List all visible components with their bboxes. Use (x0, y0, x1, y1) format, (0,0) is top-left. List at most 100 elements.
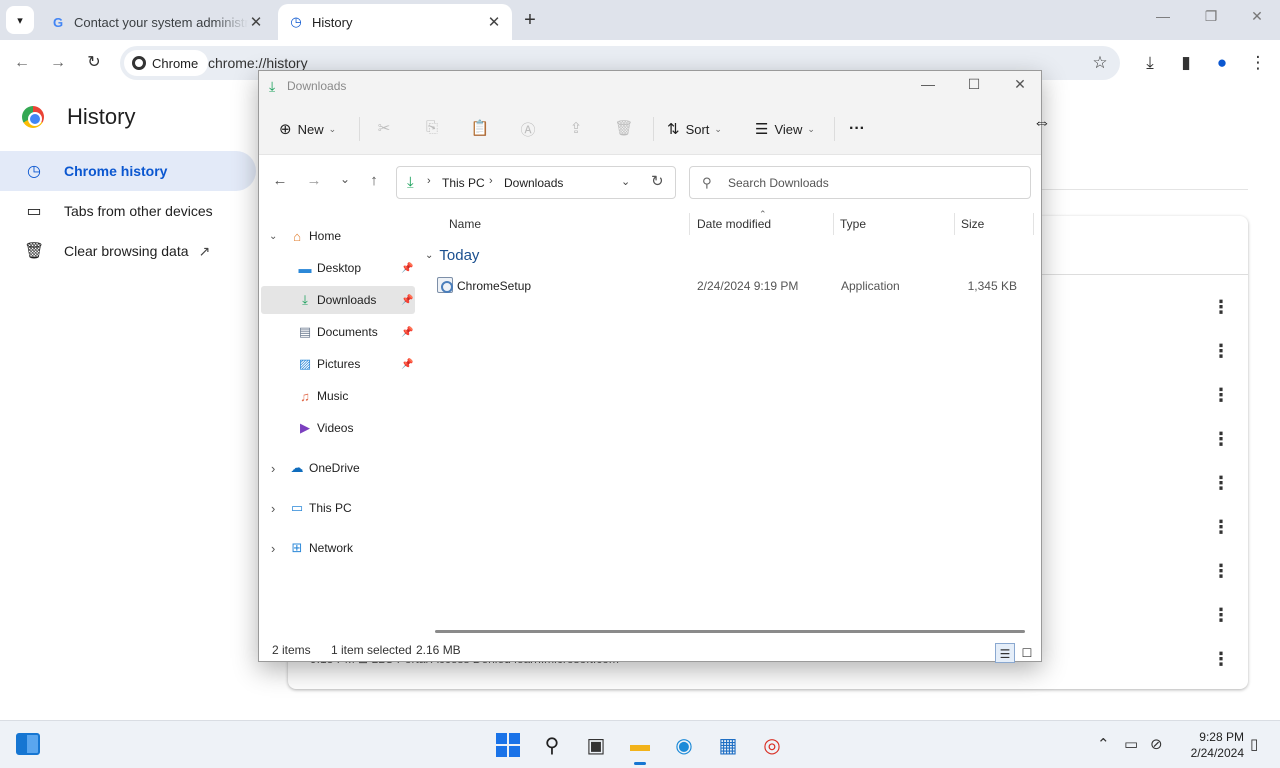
explorer-back-button[interactable]: ← (269, 172, 291, 189)
history-item-menu-icon[interactable]: ⋮ (1212, 473, 1230, 493)
column-header-size[interactable]: Size (961, 217, 984, 231)
search-input[interactable] (728, 173, 1018, 193)
column-header-name[interactable]: Name (449, 217, 481, 231)
tab-contact-admin[interactable]: G Contact your system administrator ✕ (40, 4, 274, 40)
tab-search-button[interactable]: ▾ (6, 6, 34, 34)
breadcrumb-downloads[interactable]: Downloads (504, 176, 563, 190)
explorer-forward-button[interactable]: → (303, 172, 325, 189)
pin-icon[interactable]: 📌 (401, 359, 413, 370)
network-icon[interactable]: ▭ (1124, 735, 1138, 753)
back-button[interactable]: ← (11, 52, 33, 74)
up-button[interactable]: ↑ (363, 172, 385, 189)
nav-item-videos[interactable]: ▶ Videos (261, 414, 415, 442)
nav-item-desktop[interactable]: ▬ Desktop 📌 (261, 254, 415, 282)
chevron-right-icon[interactable]: › (271, 541, 275, 556)
nav-item-downloads[interactable]: ⤓ Downloads 📌 (261, 286, 415, 314)
widgets-icon[interactable] (16, 733, 40, 755)
history-item-menu-icon[interactable]: ⋮ (1212, 429, 1230, 449)
refresh-icon[interactable]: ↻ (651, 172, 664, 190)
nav-item-documents[interactable]: ▤ Documents 📌 (261, 318, 415, 346)
restore-button[interactable]: ❐ (1188, 8, 1234, 32)
store-icon[interactable]: ▦ (714, 731, 742, 759)
history-item-menu-icon[interactable]: ⋮ (1212, 517, 1230, 537)
nav-item-pictures[interactable]: ▨ Pictures 📌 (261, 350, 415, 378)
sidebar-item-tabs-other-devices[interactable]: ▭ Tabs from other devices (0, 191, 256, 231)
site-info-chip[interactable]: Chrome (124, 50, 209, 76)
explorer-address-bar[interactable]: ⤓ › This PC › Downloads ⌄ (396, 166, 676, 199)
address-dropdown-icon[interactable]: ⌄ (621, 175, 630, 188)
task-view-icon[interactable]: ▣ (582, 731, 610, 759)
clock[interactable]: 9:28 PM 2/24/2024 (1174, 729, 1244, 761)
bookmark-star-icon[interactable]: ☆ (1089, 53, 1111, 73)
new-button[interactable]: ⊕ New ⌄ (279, 117, 336, 141)
nav-item-network[interactable]: › ⊞ Network (261, 534, 415, 562)
nav-item-this-pc[interactable]: › ▭ This PC (261, 494, 415, 522)
sidebar-item-clear-browsing-data[interactable]: 🗑 Clear browsing data ↗ (0, 231, 256, 271)
downloads-icon[interactable]: ⤓ (1139, 53, 1161, 73)
breadcrumb-this-pc[interactable]: This PC (442, 176, 485, 190)
forward-button[interactable]: → (47, 52, 69, 74)
column-header-date-modified[interactable]: Date modified (697, 217, 771, 231)
column-header-type[interactable]: Type (840, 217, 866, 231)
column-divider[interactable] (833, 213, 834, 235)
show-hidden-icons-icon[interactable]: ⌃ (1097, 735, 1110, 753)
see-more-button[interactable]: ··· (849, 117, 865, 141)
pin-icon[interactable]: 📌 (401, 263, 413, 274)
sidebar-item-chrome-history[interactable]: ◷ Chrome history (0, 151, 256, 191)
tiles-view-button[interactable]: ☐ (1017, 643, 1037, 663)
start-icon[interactable] (494, 731, 522, 759)
file-row[interactable]: ChromeSetup 2/24/2024 9:19 PM Applicatio… (429, 273, 1029, 299)
pin-icon[interactable]: 📌 (401, 327, 413, 338)
tab-history[interactable]: ◷ History ✕ (278, 4, 512, 40)
search-icon[interactable]: ⚲ (538, 731, 566, 759)
details-view-button[interactable]: ☰ (995, 643, 1015, 663)
sort-button[interactable]: ⇅ Sort ⌄ (667, 117, 722, 141)
history-item-menu-icon[interactable]: ⋮ (1212, 605, 1230, 625)
history-item-menu-icon[interactable]: ⋮ (1212, 385, 1230, 405)
profile-icon[interactable]: ● (1211, 53, 1233, 73)
explorer-close-button[interactable]: ✕ (997, 76, 1043, 93)
chrome-icon[interactable]: ◎ (758, 731, 786, 759)
url-text[interactable]: chrome://history (208, 55, 308, 71)
history-item-menu-icon[interactable]: ⋮ (1212, 297, 1230, 317)
explorer-maximize-button[interactable]: ☐ (951, 76, 997, 93)
column-divider[interactable] (954, 213, 955, 235)
nav-item-music[interactable]: ♫ Music (261, 382, 415, 410)
column-divider[interactable] (1033, 213, 1034, 235)
history-item-menu-icon[interactable]: ⋮ (1212, 341, 1230, 361)
search-box[interactable]: ⚲ (689, 166, 1031, 199)
tab-close-icon[interactable]: ✕ (486, 13, 502, 31)
notifications-icon[interactable]: ▯ (1250, 735, 1258, 753)
horizontal-scrollbar[interactable] (435, 630, 1025, 633)
side-panel-icon[interactable]: ▮ (1175, 53, 1197, 73)
share-icon[interactable]: ⇪ (566, 119, 586, 137)
minimize-button[interactable]: — (1140, 8, 1186, 32)
explorer-title-bar[interactable]: ⤓ Downloads — ☐ ✕ (259, 71, 1041, 103)
reload-button[interactable]: ↻ (83, 52, 105, 74)
chevron-right-icon[interactable]: › (271, 501, 275, 516)
paste-icon[interactable]: 📋 (470, 119, 490, 137)
copy-icon[interactable]: ⎘ (422, 119, 442, 136)
chrome-menu-icon[interactable]: ⋮ (1247, 53, 1269, 73)
chevron-right-icon[interactable]: › (271, 461, 275, 476)
recent-locations-button[interactable]: ⌄ (334, 172, 356, 186)
file-explorer-icon[interactable]: ▬ (626, 731, 654, 765)
nav-item-onedrive[interactable]: › ☁ OneDrive (261, 454, 415, 482)
history-item-menu-icon[interactable]: ⋮ (1212, 561, 1230, 581)
new-tab-button[interactable]: + (518, 9, 542, 33)
column-divider[interactable] (689, 213, 690, 235)
explorer-minimize-button[interactable]: — (905, 76, 951, 92)
view-button[interactable]: ☰ View ⌄ (755, 117, 815, 141)
cut-icon[interactable]: ✂ (374, 119, 394, 137)
rename-icon[interactable]: Ⓐ (518, 119, 538, 140)
delete-icon[interactable]: 🗑 (614, 119, 634, 137)
volume-icon[interactable]: ⊘ (1150, 735, 1163, 753)
pin-icon[interactable]: 📌 (401, 295, 413, 306)
window-close-button[interactable]: ✕ (1234, 8, 1280, 32)
group-header-today[interactable]: ⌄ Today (425, 247, 479, 264)
nav-item-home[interactable]: ⌄ ⌂ Home (261, 222, 415, 250)
chevron-down-icon[interactable]: ⌄ (269, 231, 277, 242)
history-item-menu-icon[interactable]: ⋮ (1212, 649, 1230, 669)
edge-icon[interactable]: ◉ (670, 731, 698, 759)
tab-close-icon[interactable]: ✕ (248, 13, 264, 31)
